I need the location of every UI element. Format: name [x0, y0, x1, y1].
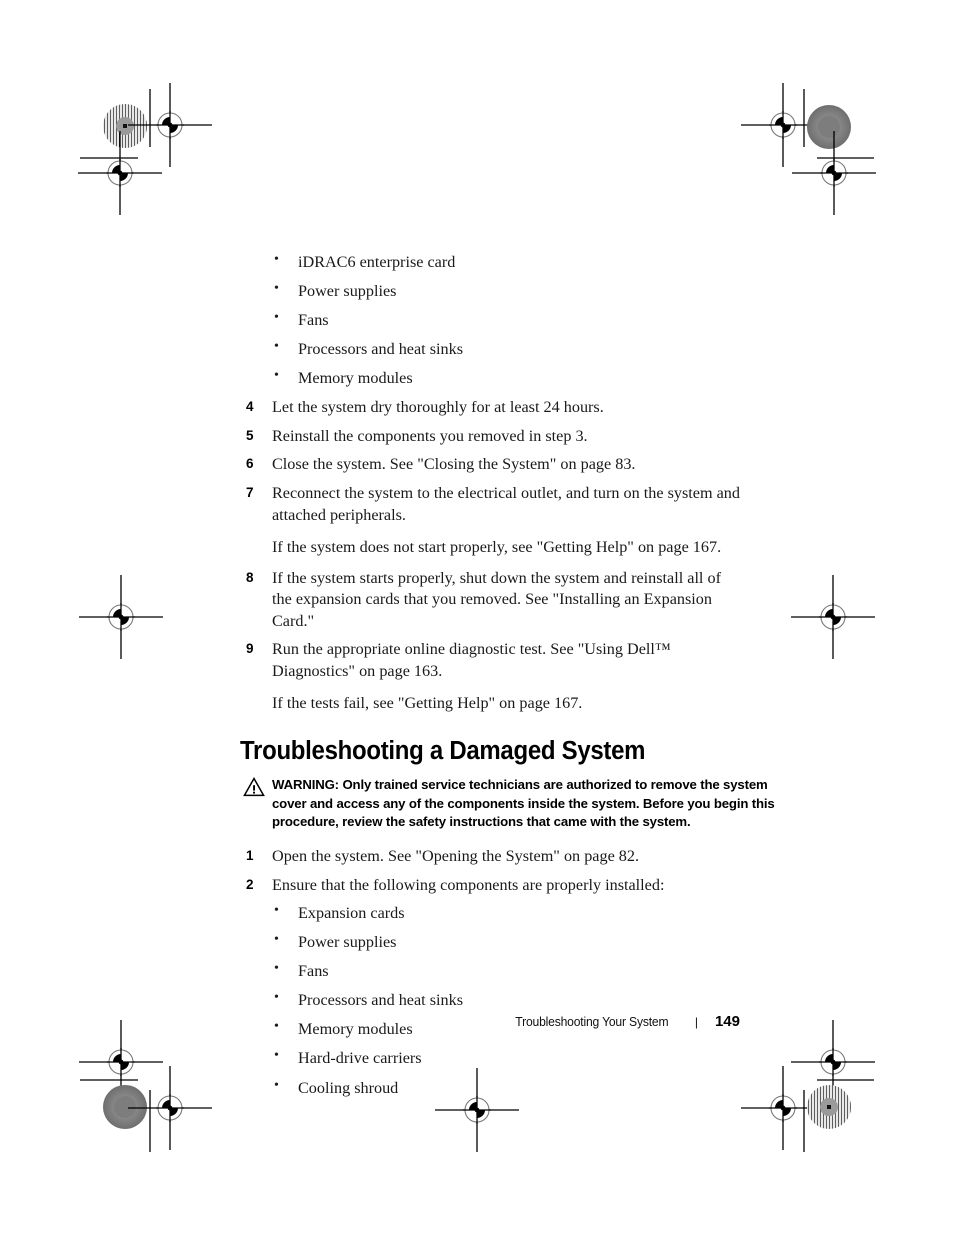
registration-crosshair-icon	[77, 130, 163, 216]
numbered-step: 5 Reinstall the components you removed i…	[240, 426, 740, 448]
numbered-step: 6 Close the system. See "Closing the Sys…	[240, 454, 740, 476]
step-text: Reinstall the components you removed in …	[272, 426, 588, 445]
color-density-target-icon	[807, 105, 851, 149]
list-item: Power supplies	[240, 280, 740, 302]
registration-crosshair-icon	[78, 1019, 164, 1105]
list-item: Fans	[240, 309, 740, 331]
step-text: Ensure that the following components are…	[272, 875, 665, 894]
step-number: 4	[246, 399, 254, 415]
color-density-target-icon	[103, 1085, 147, 1129]
registration-crosshair-icon	[78, 574, 164, 660]
list-item: Hard-drive carriers	[240, 1047, 740, 1069]
step-note: If the tests fail, see "Getting Help" on…	[272, 694, 583, 713]
list-item: Power supplies	[240, 931, 740, 953]
registration-crosshair-icon	[790, 1019, 876, 1105]
list-item: Expansion cards	[240, 902, 740, 924]
registration-crosshair-icon	[740, 82, 826, 168]
step-text: Let the system dry thoroughly for at lea…	[272, 398, 604, 417]
step-number: 9	[246, 641, 254, 657]
numbered-step: 4 Let the system dry thoroughly for at l…	[240, 397, 740, 419]
color-density-target-icon	[103, 104, 147, 148]
color-density-target-icon	[807, 1085, 851, 1129]
page-content: iDRAC6 enterprise card Power supplies Fa…	[240, 251, 775, 1107]
warning-admonition: WARNING: Only trained service technician…	[240, 776, 777, 832]
step-text: If the system starts properly, shut down…	[272, 568, 721, 630]
registration-crosshair-icon	[790, 574, 876, 660]
warning-label: WARNING:	[272, 776, 339, 792]
registration-crosshair-icon	[791, 130, 877, 216]
registration-crosshair-icon	[740, 1065, 826, 1151]
registration-crosshair-icon	[127, 82, 213, 168]
step-number: 1	[246, 848, 254, 864]
numbered-step: 7 Reconnect the system to the electrical…	[240, 483, 740, 526]
footer-title: Troubleshooting Your System	[515, 1014, 669, 1029]
list-item: Memory modules	[240, 367, 740, 389]
step-number: 7	[246, 484, 254, 500]
step-text: Reconnect the system to the electrical o…	[272, 483, 740, 524]
numbered-step: 2 Ensure that the following components a…	[240, 875, 740, 897]
step-text: Open the system. See "Opening the System…	[272, 847, 640, 866]
step-text: Close the system. See "Closing the Syste…	[272, 455, 636, 474]
page-footer: Troubleshooting Your System | 149	[240, 1013, 740, 1033]
step-number: 8	[246, 569, 254, 585]
registration-crosshair-icon	[127, 1065, 213, 1151]
footer-separator: |	[694, 1015, 698, 1029]
section-heading: Troubleshooting a Damaged System	[240, 736, 646, 765]
list-item: Cooling shroud	[240, 1077, 740, 1099]
step-note: If the system does not start properly, s…	[272, 538, 722, 557]
list-item: Processors and heat sinks	[240, 989, 740, 1011]
list-item: iDRAC6 enterprise card	[240, 251, 740, 273]
page-number: 149	[714, 1013, 740, 1030]
step-number: 5	[246, 427, 254, 443]
warning-text: Only trained service technicians are aut…	[272, 776, 775, 830]
step-number: 6	[246, 456, 254, 472]
numbered-step: 1 Open the system. See "Opening the Syst…	[240, 846, 740, 868]
warning-triangle-icon	[243, 776, 265, 797]
numbered-step: 9 Run the appropriate online diagnostic …	[240, 639, 740, 682]
list-item: Fans	[240, 960, 740, 982]
numbered-step: 8 If the system starts properly, shut do…	[240, 568, 740, 633]
step-number: 2	[246, 876, 254, 892]
list-item: Processors and heat sinks	[240, 338, 740, 360]
step-text: Run the appropriate online diagnostic te…	[272, 640, 671, 680]
